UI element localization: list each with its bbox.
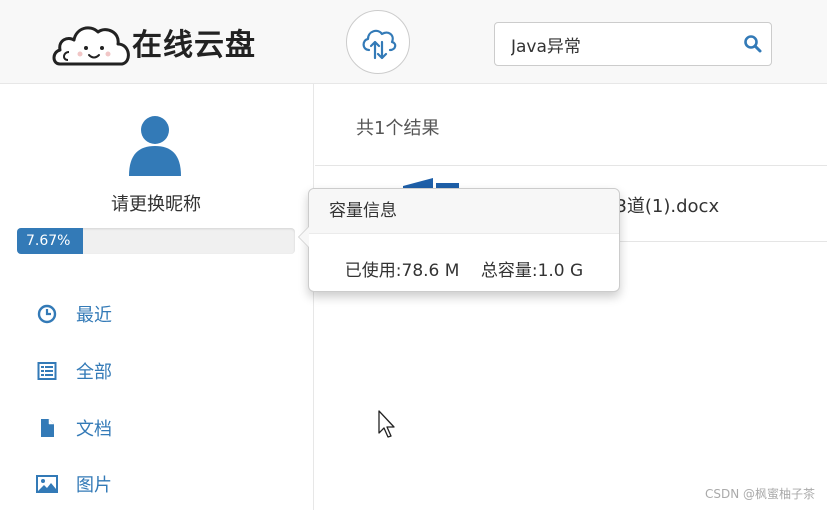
watermark: CSDN @枫蜜柚子茶	[704, 487, 815, 501]
image-icon	[36, 473, 58, 495]
total-capacity: 总容量:1.0 G	[480, 261, 584, 281]
sidebar-item-label: 图片	[76, 475, 112, 496]
app-title[interactable]: 在线云盘	[132, 20, 256, 64]
search-box	[494, 22, 772, 66]
search-input[interactable]	[495, 23, 735, 65]
sidebar-item-documents[interactable]: 文档	[36, 413, 112, 443]
top-navbar: 在线云盘	[0, 0, 827, 84]
user-avatar-icon[interactable]	[127, 114, 183, 176]
storage-progress-bar: 7.67%	[17, 228, 83, 254]
result-count: 共1个结果	[356, 118, 440, 139]
sidebar-item-label: 文档	[76, 419, 112, 440]
upload-button[interactable]	[346, 10, 410, 74]
list-icon	[36, 360, 58, 382]
document-icon	[36, 417, 58, 439]
clock-icon	[36, 303, 58, 325]
sidebar-item-all[interactable]: 全部	[36, 356, 112, 386]
capacity-popover: 容量信息 已使用:78.6 M 总容量:1.0 G	[298, 188, 620, 292]
sidebar-item-label: 全部	[76, 362, 112, 383]
nickname-link[interactable]: 请更换昵称	[0, 190, 312, 216]
file-name-link[interactable]: 33道(1).docx	[604, 192, 719, 218]
cloud-upload-icon	[362, 29, 397, 60]
mouse-pointer-icon	[378, 410, 395, 438]
sidebar: 请更换昵称 7.67% 最近 全部 文档 图片	[0, 84, 314, 510]
popover-content: 已使用:78.6 M 总容量:1.0 G	[309, 234, 619, 281]
popover-arrow-inner	[299, 227, 309, 247]
sidebar-item-label: 最近	[76, 305, 112, 326]
sidebar-item-images[interactable]: 图片	[36, 469, 112, 499]
cloud-logo-icon[interactable]	[50, 14, 134, 70]
sidebar-item-recent[interactable]: 最近	[36, 299, 112, 329]
storage-progress[interactable]: 7.67%	[17, 228, 295, 254]
used-capacity: 已使用:78.6 M	[344, 261, 460, 281]
search-icon[interactable]	[743, 34, 763, 54]
popover-title: 容量信息	[309, 189, 619, 234]
